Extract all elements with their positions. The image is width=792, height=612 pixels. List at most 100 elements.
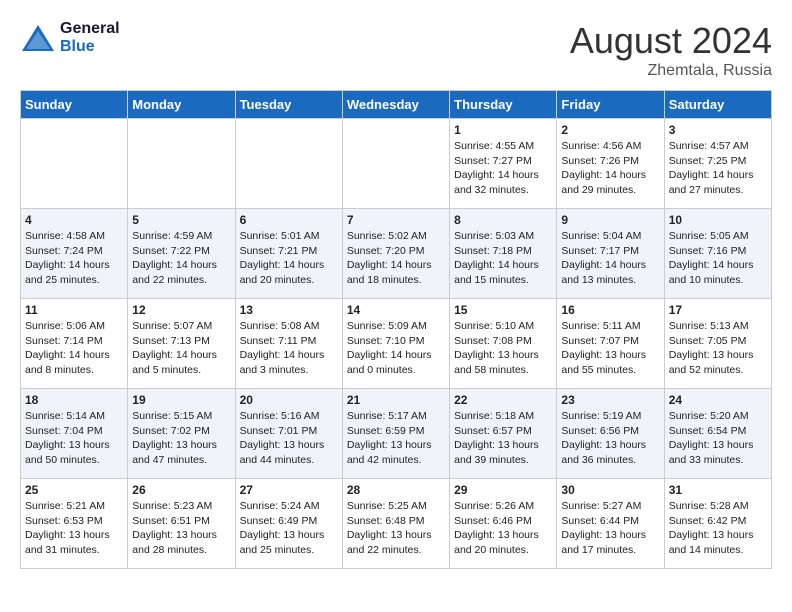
day-info: Sunrise: 5:08 AM Sunset: 7:11 PM Dayligh… bbox=[240, 319, 338, 378]
day-number: 3 bbox=[669, 123, 767, 137]
day-number: 19 bbox=[132, 393, 230, 407]
page-header: General Blue August 2024 Zhemtala, Russi… bbox=[20, 20, 772, 80]
day-cell bbox=[342, 119, 449, 209]
day-info: Sunrise: 5:27 AM Sunset: 6:44 PM Dayligh… bbox=[561, 499, 659, 558]
day-number: 24 bbox=[669, 393, 767, 407]
day-number: 30 bbox=[561, 483, 659, 497]
day-cell: 20Sunrise: 5:16 AM Sunset: 7:01 PM Dayli… bbox=[235, 389, 342, 479]
day-cell: 7 Sunrise: 5:02 AM Sunset: 7:20 PM Daylig… bbox=[342, 209, 449, 299]
day-cell: 28 Sunrise: 5:25 AM Sunset: 6:48 PM Dayli… bbox=[342, 479, 449, 569]
day-info: Sunrise: 5:01 AM Sunset: 7:21 PM Dayligh… bbox=[240, 229, 338, 288]
day-info: Sunrise: 5:10 AM Sunset: 7:08 PM Dayligh… bbox=[454, 319, 552, 378]
day-info: Sunrise: 5:07 AM Sunset: 7:13 PM Dayligh… bbox=[132, 319, 230, 378]
day-info: Sunrise: 5:06 AM Sunset: 7:14 PM Dayligh… bbox=[25, 319, 123, 378]
day-cell: 4Sunrise: 4:58 AM Sunset: 7:24 PM Daylig… bbox=[21, 209, 128, 299]
day-number: 1 bbox=[454, 123, 552, 137]
day-info: Sunrise: 5:05 AM Sunset: 7:16 PM Dayligh… bbox=[669, 229, 767, 288]
day-number: 29 bbox=[454, 483, 552, 497]
day-number: 28 bbox=[347, 483, 445, 497]
title-block: August 2024 Zhemtala, Russia bbox=[570, 20, 772, 80]
week-row-2: 4Sunrise: 4:58 AM Sunset: 7:24 PM Daylig… bbox=[21, 209, 772, 299]
logo: General Blue bbox=[20, 20, 120, 56]
day-number: 27 bbox=[240, 483, 338, 497]
day-cell: 16 Sunrise: 5:11 AM Sunset: 7:07 PM Dayli… bbox=[557, 299, 664, 389]
day-info: Sunrise: 5:13 AM Sunset: 7:05 PM Dayligh… bbox=[669, 319, 767, 378]
day-number: 16 bbox=[561, 303, 659, 317]
day-number: 11 bbox=[25, 303, 123, 317]
week-row-1: 1 Sunrise: 4:55 AM Sunset: 7:27 PM Daylig… bbox=[21, 119, 772, 209]
day-cell: 15 Sunrise: 5:10 AM Sunset: 7:08 PM Dayli… bbox=[450, 299, 557, 389]
day-info: Sunrise: 5:14 AM Sunset: 7:04 PM Dayligh… bbox=[25, 409, 123, 468]
day-info: Sunrise: 4:58 AM Sunset: 7:24 PM Dayligh… bbox=[25, 229, 123, 288]
day-info: Sunrise: 5:11 AM Sunset: 7:07 PM Dayligh… bbox=[561, 319, 659, 378]
day-cell: 5 Sunrise: 4:59 AM Sunset: 7:22 PM Daylig… bbox=[128, 209, 235, 299]
location: Zhemtala, Russia bbox=[570, 62, 772, 80]
day-number: 8 bbox=[454, 213, 552, 227]
day-number: 2 bbox=[561, 123, 659, 137]
day-info: Sunrise: 5:21 AM Sunset: 6:53 PM Dayligh… bbox=[25, 499, 123, 558]
day-info: Sunrise: 5:04 AM Sunset: 7:17 PM Dayligh… bbox=[561, 229, 659, 288]
day-number: 21 bbox=[347, 393, 445, 407]
month-title: August 2024 bbox=[570, 20, 772, 62]
day-number: 14 bbox=[347, 303, 445, 317]
day-cell: 18 Sunrise: 5:14 AM Sunset: 7:04 PM Dayli… bbox=[21, 389, 128, 479]
day-header-saturday: Saturday bbox=[664, 91, 771, 119]
day-header-tuesday: Tuesday bbox=[235, 91, 342, 119]
day-info: Sunrise: 5:15 AM Sunset: 7:02 PM Dayligh… bbox=[132, 409, 230, 468]
day-header-friday: Friday bbox=[557, 91, 664, 119]
week-row-5: 25 Sunrise: 5:21 AM Sunset: 6:53 PM Dayli… bbox=[21, 479, 772, 569]
day-header-sunday: Sunday bbox=[21, 91, 128, 119]
day-number: 18 bbox=[25, 393, 123, 407]
day-number: 22 bbox=[454, 393, 552, 407]
day-cell bbox=[235, 119, 342, 209]
day-cell: 8Sunrise: 5:03 AM Sunset: 7:18 PM Daylig… bbox=[450, 209, 557, 299]
day-header-wednesday: Wednesday bbox=[342, 91, 449, 119]
day-cell: 9Sunrise: 5:04 AM Sunset: 7:17 PM Daylig… bbox=[557, 209, 664, 299]
day-cell: 24 Sunrise: 5:20 AM Sunset: 6:54 PM Dayli… bbox=[664, 389, 771, 479]
day-number: 10 bbox=[669, 213, 767, 227]
calendar-table: SundayMondayTuesdayWednesdayThursdayFrid… bbox=[20, 90, 772, 569]
day-cell: 25 Sunrise: 5:21 AM Sunset: 6:53 PM Dayli… bbox=[21, 479, 128, 569]
logo-icon bbox=[20, 23, 56, 53]
day-number: 6 bbox=[240, 213, 338, 227]
day-header-thursday: Thursday bbox=[450, 91, 557, 119]
day-info: Sunrise: 4:57 AM Sunset: 7:25 PM Dayligh… bbox=[669, 139, 767, 198]
day-cell bbox=[128, 119, 235, 209]
day-cell: 10 Sunrise: 5:05 AM Sunset: 7:16 PM Dayli… bbox=[664, 209, 771, 299]
day-cell: 27 Sunrise: 5:24 AM Sunset: 6:49 PM Dayli… bbox=[235, 479, 342, 569]
day-cell: 30 Sunrise: 5:27 AM Sunset: 6:44 PM Dayli… bbox=[557, 479, 664, 569]
day-cell: 23Sunrise: 5:19 AM Sunset: 6:56 PM Dayli… bbox=[557, 389, 664, 479]
day-info: Sunrise: 5:25 AM Sunset: 6:48 PM Dayligh… bbox=[347, 499, 445, 558]
day-info: Sunrise: 5:18 AM Sunset: 6:57 PM Dayligh… bbox=[454, 409, 552, 468]
day-number: 5 bbox=[132, 213, 230, 227]
day-cell: 22 Sunrise: 5:18 AM Sunset: 6:57 PM Dayli… bbox=[450, 389, 557, 479]
day-info: Sunrise: 4:59 AM Sunset: 7:22 PM Dayligh… bbox=[132, 229, 230, 288]
day-number: 20 bbox=[240, 393, 338, 407]
day-cell: 17 Sunrise: 5:13 AM Sunset: 7:05 PM Dayli… bbox=[664, 299, 771, 389]
day-number: 17 bbox=[669, 303, 767, 317]
day-info: Sunrise: 5:19 AM Sunset: 6:56 PM Dayligh… bbox=[561, 409, 659, 468]
day-cell: 3 Sunrise: 4:57 AM Sunset: 7:25 PM Daylig… bbox=[664, 119, 771, 209]
day-info: Sunrise: 5:20 AM Sunset: 6:54 PM Dayligh… bbox=[669, 409, 767, 468]
logo-text: General Blue bbox=[60, 20, 120, 56]
day-info: Sunrise: 5:23 AM Sunset: 6:51 PM Dayligh… bbox=[132, 499, 230, 558]
day-info: Sunrise: 5:24 AM Sunset: 6:49 PM Dayligh… bbox=[240, 499, 338, 558]
day-number: 25 bbox=[25, 483, 123, 497]
day-cell: 12Sunrise: 5:07 AM Sunset: 7:13 PM Dayli… bbox=[128, 299, 235, 389]
day-cell: 31Sunrise: 5:28 AM Sunset: 6:42 PM Dayli… bbox=[664, 479, 771, 569]
week-row-4: 18 Sunrise: 5:14 AM Sunset: 7:04 PM Dayli… bbox=[21, 389, 772, 479]
day-cell: 11 Sunrise: 5:06 AM Sunset: 7:14 PM Dayli… bbox=[21, 299, 128, 389]
day-cell: 21Sunrise: 5:17 AM Sunset: 6:59 PM Dayli… bbox=[342, 389, 449, 479]
day-number: 7 bbox=[347, 213, 445, 227]
day-cell: 1 Sunrise: 4:55 AM Sunset: 7:27 PM Daylig… bbox=[450, 119, 557, 209]
day-cell: 29 Sunrise: 5:26 AM Sunset: 6:46 PM Dayli… bbox=[450, 479, 557, 569]
day-info: Sunrise: 4:55 AM Sunset: 7:27 PM Dayligh… bbox=[454, 139, 552, 198]
day-info: Sunrise: 5:02 AM Sunset: 7:20 PM Dayligh… bbox=[347, 229, 445, 288]
day-info: Sunrise: 5:09 AM Sunset: 7:10 PM Dayligh… bbox=[347, 319, 445, 378]
day-number: 15 bbox=[454, 303, 552, 317]
day-number: 26 bbox=[132, 483, 230, 497]
day-cell: 6 Sunrise: 5:01 AM Sunset: 7:21 PM Daylig… bbox=[235, 209, 342, 299]
day-info: Sunrise: 5:26 AM Sunset: 6:46 PM Dayligh… bbox=[454, 499, 552, 558]
day-cell bbox=[21, 119, 128, 209]
day-info: Sunrise: 4:56 AM Sunset: 7:26 PM Dayligh… bbox=[561, 139, 659, 198]
